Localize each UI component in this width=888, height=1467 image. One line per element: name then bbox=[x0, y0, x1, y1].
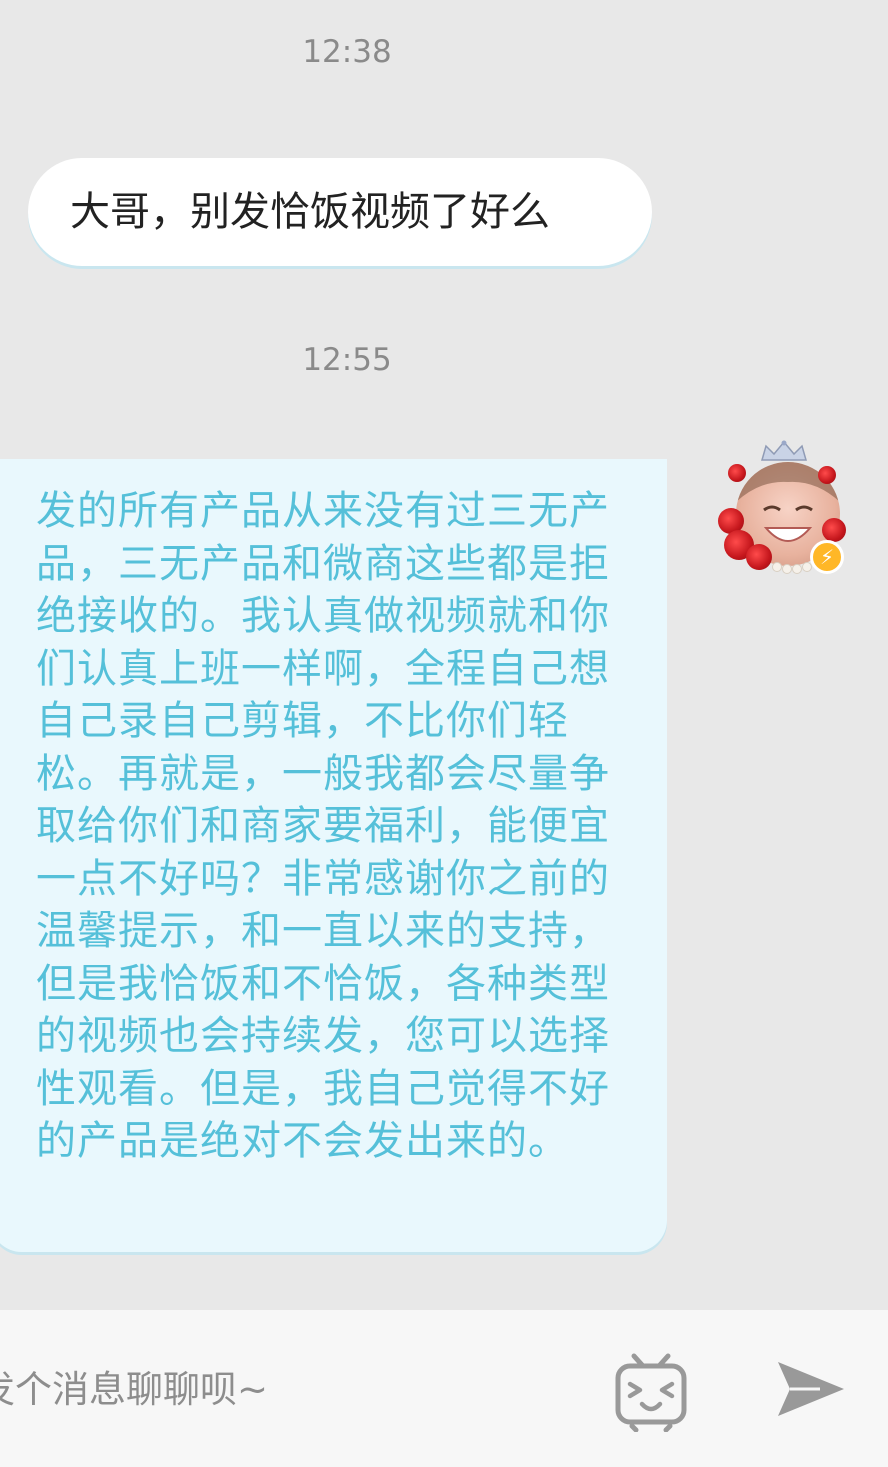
message-timestamp: 12:38 bbox=[302, 34, 392, 70]
pearl-decoration-icon bbox=[772, 562, 782, 572]
crown-decoration-icon bbox=[761, 440, 807, 461]
tv-emoji-icon bbox=[615, 1353, 687, 1433]
avatar[interactable]: ⚡ bbox=[718, 440, 846, 576]
pearl-decoration-icon bbox=[792, 564, 802, 574]
message-timestamp: 12:55 bbox=[302, 342, 392, 378]
rose-decoration-icon bbox=[746, 544, 772, 570]
incoming-message-bubble[interactable]: 大哥，别发恰饭视频了好么 bbox=[28, 158, 652, 266]
send-button[interactable] bbox=[770, 1354, 850, 1424]
outgoing-message-text: 发的所有产品从来没有过三无产品，三无产品和微商这些都是拒绝接收的。我认真做视频就… bbox=[36, 488, 610, 1164]
emoji-button[interactable] bbox=[610, 1350, 692, 1433]
incoming-message-text: 大哥，别发恰饭视频了好么 bbox=[70, 189, 550, 235]
lightning-badge-icon: ⚡ bbox=[810, 540, 844, 574]
outgoing-message-bubble[interactable]: 发的所有产品从来没有过三无产品，三无产品和微商这些都是拒绝接收的。我认真做视频就… bbox=[0, 459, 667, 1252]
send-arrow-icon bbox=[778, 1362, 844, 1416]
rose-decoration-icon bbox=[728, 464, 746, 482]
message-input[interactable] bbox=[0, 1354, 538, 1424]
message-input-bar bbox=[0, 1310, 888, 1467]
chat-message-list[interactable]: 12:38 大哥，别发恰饭视频了好么 12:55 发的所有产品从来没有过三无产品… bbox=[0, 0, 888, 1310]
rose-decoration-icon bbox=[822, 518, 846, 542]
rose-decoration-icon bbox=[818, 466, 836, 484]
pearl-decoration-icon bbox=[782, 564, 792, 574]
